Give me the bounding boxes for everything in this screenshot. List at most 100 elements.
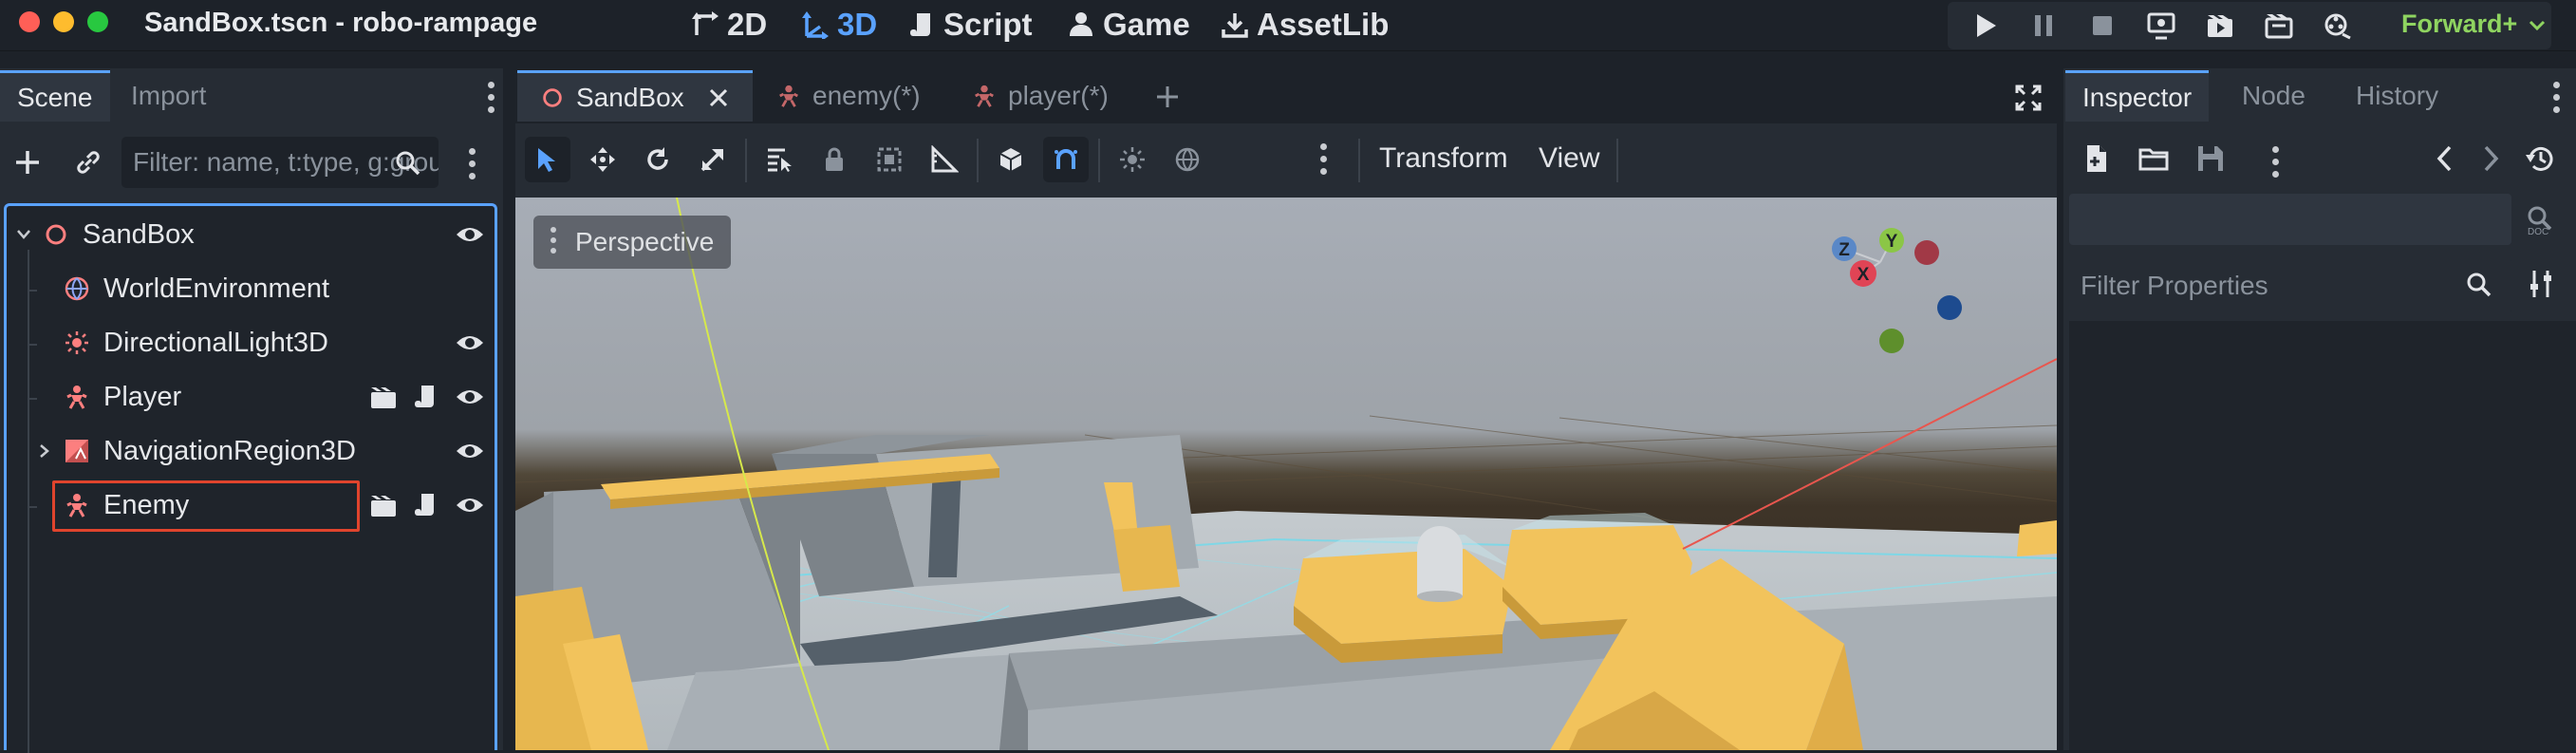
environment-menu-icon[interactable] — [1320, 143, 1328, 176]
mode-assetlib-label: AssetLib — [1257, 7, 1390, 42]
gizmo-x-label: X — [1857, 265, 1870, 285]
remote-deploy-icon[interactable] — [2147, 11, 2175, 40]
close-tab-icon[interactable] — [707, 86, 730, 109]
tab-node[interactable]: Node — [2225, 70, 2323, 122]
view-menu[interactable]: View — [1539, 142, 1599, 175]
mode-3d-button[interactable]: 3D — [801, 6, 877, 44]
move-tool-button[interactable] — [580, 137, 625, 182]
scale-tool-button[interactable] — [690, 137, 736, 182]
mode-2d-button[interactable]: 2D — [691, 6, 767, 44]
tab-inspector[interactable]: Inspector — [2065, 70, 2210, 122]
chevron-down-icon[interactable] — [16, 229, 31, 240]
tree-item-player[interactable]: Player — [7, 370, 495, 424]
play-icon[interactable] — [1970, 11, 1999, 40]
tree-item-worldenvironment[interactable]: WorldEnvironment — [7, 262, 495, 315]
local-space-button[interactable] — [988, 137, 1034, 182]
chevron-right-icon[interactable] — [39, 443, 50, 459]
scene-tab-label: player(*) — [1008, 81, 1109, 110]
open-folder-icon[interactable] — [2137, 142, 2170, 175]
distraction-free-icon[interactable] — [2014, 84, 2043, 112]
stop-icon[interactable] — [2088, 11, 2117, 40]
link-icon[interactable] — [72, 146, 104, 179]
navigation-region-icon — [65, 440, 88, 462]
scene-tab-sandbox[interactable]: SandBox — [517, 70, 753, 122]
rotate-tool-button[interactable] — [635, 137, 681, 182]
close-window-button[interactable] — [19, 11, 40, 32]
tree-item-label: Player — [103, 382, 182, 412]
renderer-selector[interactable]: Forward+ — [2401, 9, 2517, 39]
save-icon[interactable] — [2194, 142, 2227, 175]
tree-item-sandbox[interactable]: SandBox — [7, 208, 495, 261]
3d-viewport[interactable]: Y Z X — [515, 198, 2057, 750]
tab-scene[interactable]: Scene — [0, 70, 110, 122]
tools-icon[interactable] — [2525, 268, 2557, 300]
visibility-eye-icon[interactable] — [455, 221, 485, 248]
select-tool-button[interactable] — [525, 137, 570, 182]
play-scene-icon[interactable] — [2206, 11, 2234, 40]
move-icon — [590, 147, 615, 172]
lock-icon — [826, 147, 843, 171]
script-icon[interactable] — [413, 384, 438, 410]
help-doc-icon[interactable]: DOC — [2525, 203, 2557, 235]
dock-menu-icon[interactable] — [488, 82, 495, 114]
scene-filter-input[interactable]: Filter: name, t:type, g:group — [121, 137, 439, 188]
maximize-window-button[interactable] — [87, 11, 108, 32]
tree-item-label: NavigationRegion3D — [103, 436, 356, 466]
visibility-eye-icon[interactable] — [455, 492, 485, 518]
object-path-field[interactable] — [2069, 194, 2511, 245]
ruler-icon — [931, 145, 959, 173]
tree-item-navigationregion3d[interactable]: NavigationRegion3D — [7, 424, 495, 478]
mode-script-button[interactable]: Script — [907, 6, 1033, 44]
forward-icon[interactable] — [2473, 142, 2506, 175]
movie-maker-icon[interactable] — [2324, 11, 2352, 40]
preview-sun-button[interactable] — [1110, 137, 1155, 182]
play-custom-scene-icon[interactable] — [2265, 11, 2293, 40]
minimize-window-button[interactable] — [53, 11, 74, 32]
tree-item-enemy[interactable]: Enemy — [7, 479, 495, 532]
mode-2d-label: 2D — [727, 7, 768, 42]
inspector-properties-area — [2069, 321, 2576, 750]
mode-assetlib-button[interactable]: AssetLib — [1221, 6, 1389, 44]
new-resource-icon[interactable] — [2081, 142, 2113, 175]
instanced-scene-icon[interactable] — [369, 492, 398, 518]
scene-tab-player[interactable]: player(*) — [961, 70, 1126, 122]
list-select-icon — [768, 148, 792, 172]
visibility-eye-icon[interactable] — [455, 438, 485, 464]
back-icon[interactable] — [2430, 142, 2462, 175]
add-node-icon[interactable] — [11, 146, 44, 179]
perspective-menu[interactable]: Perspective — [533, 216, 731, 269]
visibility-eye-icon[interactable] — [455, 384, 485, 410]
resource-menu-icon[interactable] — [2272, 146, 2280, 179]
character-body-icon — [66, 386, 87, 409]
tab-import[interactable]: Import — [114, 70, 223, 122]
filter-properties-input[interactable]: Filter Properties — [2069, 258, 2511, 313]
pause-icon[interactable] — [2029, 11, 2058, 40]
magnet-icon — [1055, 149, 1077, 169]
script-icon[interactable] — [413, 492, 438, 518]
character-body-icon — [975, 85, 994, 107]
preview-environment-button[interactable] — [1165, 137, 1210, 182]
scene-tab-label: SandBox — [576, 82, 684, 112]
add-tab-icon[interactable] — [1154, 84, 1181, 110]
tree-item-directionallight3d[interactable]: DirectionalLight3D — [7, 316, 495, 369]
ruler-button[interactable] — [922, 137, 967, 182]
mode-game-button[interactable]: Game — [1067, 6, 1190, 44]
history-icon[interactable] — [2525, 142, 2557, 175]
group-button[interactable] — [867, 137, 912, 182]
scene-filter-placeholder: Filter: name, t:type, g:group — [133, 147, 439, 177]
visibility-eye-icon[interactable] — [455, 329, 485, 356]
transform-menu[interactable]: Transform — [1379, 142, 1508, 175]
scene-render: Y Z X — [515, 198, 2057, 750]
snap-button[interactable] — [1043, 137, 1089, 182]
run-controls: Forward+ — [1948, 2, 2551, 49]
chevron-down-icon[interactable] — [2529, 19, 2546, 32]
dock-menu-icon[interactable] — [2553, 82, 2561, 114]
list-select-button[interactable] — [756, 137, 802, 182]
scene-menu-icon[interactable] — [469, 148, 476, 180]
instanced-scene-icon[interactable] — [369, 384, 398, 410]
lock-button[interactable] — [812, 137, 857, 182]
tab-history[interactable]: History — [2339, 70, 2455, 122]
svg-text:DOC: DOC — [2528, 227, 2548, 235]
scene-tab-enemy[interactable]: enemy(*) — [765, 70, 938, 122]
sun-icon — [1120, 147, 1145, 172]
